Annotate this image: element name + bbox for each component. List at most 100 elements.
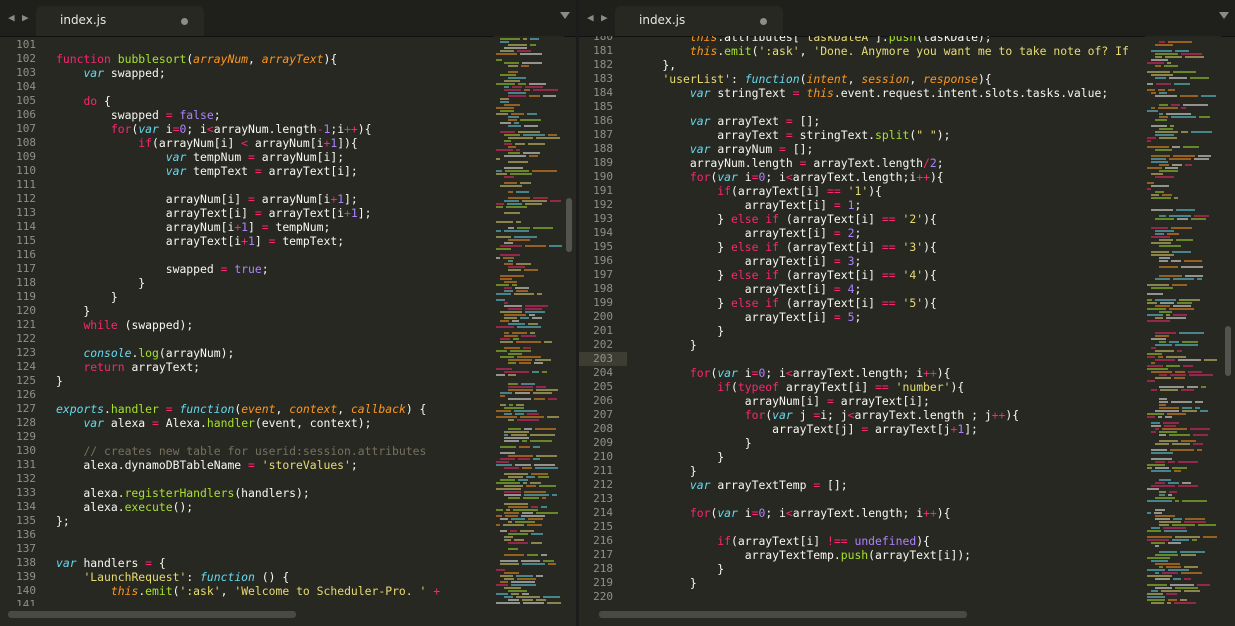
code-line[interactable]: arrayText = stringText.split(" "); — [635, 128, 1129, 142]
code-line[interactable]: this.attributes['taskDateA'].push(taskDa… — [635, 36, 1129, 44]
code-line[interactable]: swapped = true; — [56, 262, 440, 276]
code-line[interactable]: } — [635, 436, 1129, 450]
code-line[interactable]: arrayText[i] = 5; — [635, 310, 1129, 324]
code-line[interactable]: var tempNum = arrayNum[i]; — [56, 150, 440, 164]
editor-pane-right[interactable]: ◀ ▶ index.js 180 181 182 183 184 185 186 187 188… — [579, 0, 1235, 626]
tab-index-js[interactable]: index.js — [36, 6, 204, 36]
code-line[interactable]: arrayNum.length = arrayText.length/2; — [635, 156, 1129, 170]
code-line[interactable]: var arrayNum = []; — [635, 142, 1129, 156]
code-line[interactable]: exports.handler = function(event, contex… — [56, 402, 440, 416]
code-line[interactable]: var arrayTextTemp = []; — [635, 478, 1129, 492]
code-line[interactable]: if(typeof arrayText[i] == 'number'){ — [635, 380, 1129, 394]
code-line[interactable]: } — [635, 450, 1129, 464]
code-line[interactable]: arrayText[i] = 2; — [635, 226, 1129, 240]
code-line[interactable]: for(var i=0; i<arrayText.length; i++){ — [635, 506, 1129, 520]
code-line[interactable]: var alexa = Alexa.handler(event, context… — [56, 416, 440, 430]
code-line[interactable]: arrayNum[i] = arrayText[i]; — [635, 394, 1129, 408]
code-line[interactable] — [635, 590, 1129, 604]
code-line[interactable]: var swapped; — [56, 66, 440, 80]
code-line[interactable]: alexa.execute(); — [56, 500, 440, 514]
back-arrow-icon[interactable]: ◀ — [587, 11, 594, 24]
code-line[interactable] — [56, 472, 440, 486]
code-editor[interactable]: 180 181 182 183 184 185 186 187 188 189 190 191 192 1… — [579, 36, 1145, 606]
code-line[interactable]: var handlers = { — [56, 556, 440, 570]
code-line[interactable] — [56, 332, 440, 346]
code-line[interactable] — [56, 598, 440, 606]
code-line[interactable]: if(arrayText[i] !== undefined){ — [635, 534, 1129, 548]
code-line[interactable] — [56, 542, 440, 556]
tab-dropdown-icon[interactable] — [560, 12, 570, 19]
code-line[interactable] — [56, 248, 440, 262]
code-line[interactable]: console.log(arrayNum); — [56, 346, 440, 360]
code-line[interactable]: 'userList': function(intent, session, re… — [635, 72, 1129, 86]
editor-pane-left[interactable]: ◀ ▶ index.js 101 102 103 104 105 106 107 108 109… — [0, 0, 576, 626]
code-line[interactable]: arrayTextTemp.push(arrayText[i]); — [635, 548, 1129, 562]
code-line[interactable]: do { — [56, 94, 440, 108]
code-line[interactable]: var stringText = this.event.request.inte… — [635, 86, 1129, 100]
code-line[interactable]: } else if (arrayText[i] == '4'){ — [635, 268, 1129, 282]
code-line[interactable]: for(var j =i; j<arrayText.length ; j++){ — [635, 408, 1129, 422]
minimap[interactable] — [494, 36, 564, 606]
code-line[interactable]: } — [56, 290, 440, 304]
code-line[interactable]: } — [56, 276, 440, 290]
vertical-scrollbar[interactable] — [566, 198, 572, 252]
code-line[interactable]: }, — [635, 58, 1129, 72]
code-line[interactable]: alexa.dynamoDBTableName = 'storeValues'; — [56, 458, 440, 472]
code-line[interactable]: function bubblesort(arrayNum, arrayText)… — [56, 52, 440, 66]
tab-dropdown-icon[interactable] — [1219, 12, 1229, 19]
code-line[interactable]: var tempText = arrayText[i]; — [56, 164, 440, 178]
code-line[interactable]: return arrayText; — [56, 360, 440, 374]
minimap[interactable] — [1145, 36, 1221, 606]
code-line[interactable]: } else if (arrayText[i] == '2'){ — [635, 212, 1129, 226]
code-line[interactable]: this.emit(':ask', 'Welcome to Scheduler-… — [56, 584, 440, 598]
code-line[interactable] — [56, 80, 440, 94]
code-line[interactable]: while (swapped); — [56, 318, 440, 332]
code-line[interactable]: arrayText[i] = 4; — [635, 282, 1129, 296]
code-line[interactable]: } — [56, 304, 440, 318]
code-line[interactable]: this.emit(':ask', 'Done. Anymore you wan… — [635, 44, 1129, 58]
code-line[interactable]: arrayNum[i+1] = tempNum; — [56, 220, 440, 234]
code-line[interactable] — [56, 430, 440, 444]
code-editor[interactable]: 101 102 103 104 105 106 107 108 109 110 111 112 113 1… — [0, 36, 490, 606]
code-line[interactable]: arrayText[j] = arrayText[j+1]; — [635, 422, 1129, 436]
code-line[interactable]: alexa.registerHandlers(handlers); — [56, 486, 440, 500]
code-line[interactable] — [635, 492, 1129, 506]
code-line[interactable]: 'LaunchRequest': function () { — [56, 570, 440, 584]
forward-arrow-icon[interactable]: ▶ — [22, 11, 29, 24]
code-line[interactable]: } — [635, 576, 1129, 590]
unsaved-dot-icon[interactable] — [760, 18, 767, 25]
code-line[interactable] — [56, 388, 440, 402]
code-line[interactable]: var arrayText = []; — [635, 114, 1129, 128]
code-line[interactable]: } else if (arrayText[i] == '3'){ — [635, 240, 1129, 254]
code-line[interactable]: for(var i=0; i<arrayNum.length-1;i++){ — [56, 122, 440, 136]
code-line[interactable]: } — [56, 374, 440, 388]
code-line[interactable] — [56, 178, 440, 192]
code-line[interactable]: }; — [56, 514, 440, 528]
code-line[interactable]: } else if (arrayText[i] == '5'){ — [635, 296, 1129, 310]
vertical-scrollbar[interactable] — [1225, 326, 1231, 376]
forward-arrow-icon[interactable]: ▶ — [601, 11, 608, 24]
code-line[interactable]: for(var i=0; i<arrayText.length; i++){ — [635, 366, 1129, 380]
code-line[interactable] — [635, 352, 1129, 366]
code-line[interactable]: arrayText[i] = arrayText[i+1]; — [56, 206, 440, 220]
code-line[interactable] — [56, 38, 440, 52]
code-line[interactable] — [635, 520, 1129, 534]
horizontal-scrollbar[interactable] — [599, 611, 967, 618]
tab-index-js[interactable]: index.js — [615, 6, 783, 36]
code-area[interactable]: function bubblesort(arrayNum, arrayText)… — [56, 38, 440, 606]
code-line[interactable]: } — [635, 338, 1129, 352]
code-line[interactable]: } — [635, 464, 1129, 478]
code-line[interactable]: if(arrayNum[i] < arrayNum[i+1]){ — [56, 136, 440, 150]
code-area[interactable]: this.attributes['taskDateA'].push(taskDa… — [635, 36, 1129, 604]
horizontal-scrollbar[interactable] — [8, 611, 296, 618]
code-line[interactable]: for(var i=0; i<arrayText.length;i++){ — [635, 170, 1129, 184]
code-line[interactable]: } — [635, 324, 1129, 338]
code-line[interactable]: // creates new table for userid:session.… — [56, 444, 440, 458]
code-line[interactable]: } — [635, 562, 1129, 576]
code-line[interactable] — [56, 528, 440, 542]
code-line[interactable]: swapped = false; — [56, 108, 440, 122]
unsaved-dot-icon[interactable] — [181, 18, 188, 25]
code-line[interactable]: arrayNum[i] = arrayNum[i+1]; — [56, 192, 440, 206]
code-line[interactable]: arrayText[i+1] = tempText; — [56, 234, 440, 248]
code-line[interactable] — [635, 100, 1129, 114]
